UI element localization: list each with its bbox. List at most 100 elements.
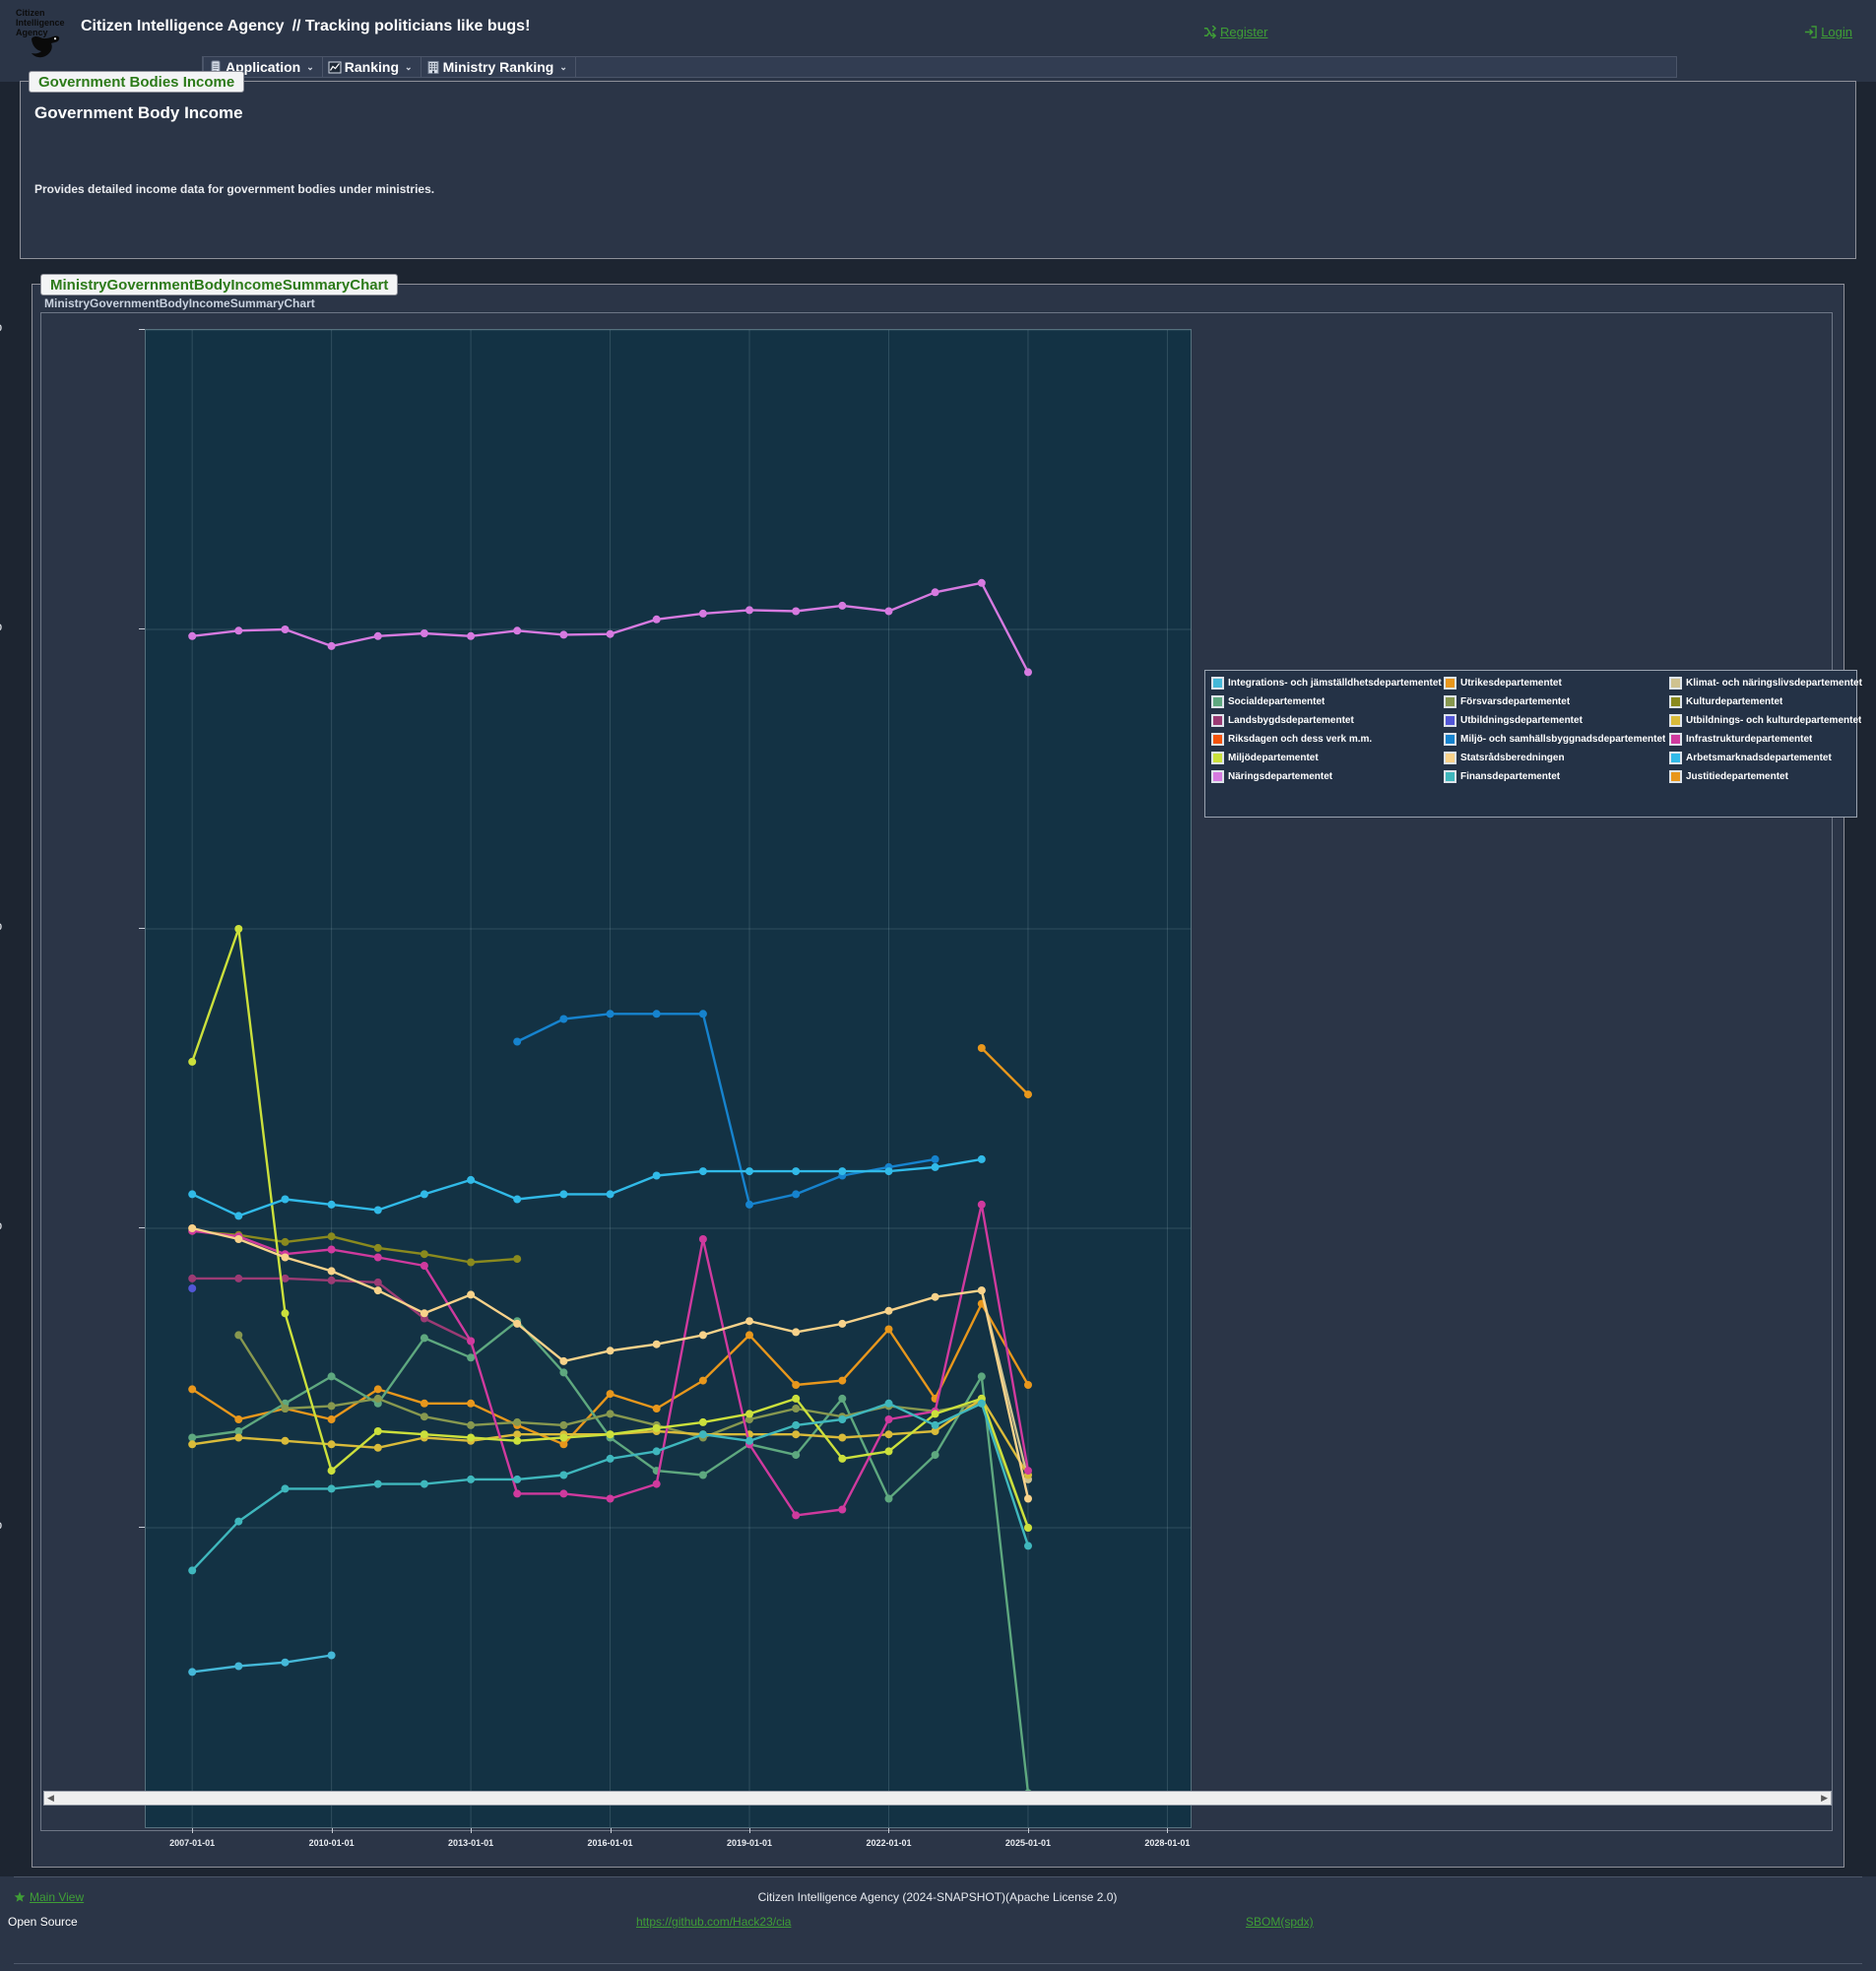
chart-data-point[interactable] — [698, 1430, 707, 1439]
chart-data-point[interactable] — [188, 1274, 197, 1282]
chart-horizontal-scrollbar-inner[interactable]: ◀ ▶ — [43, 1791, 1832, 1806]
chart-data-point[interactable] — [838, 1376, 847, 1385]
chart-data-point[interactable] — [327, 1200, 336, 1209]
chart-data-point[interactable] — [1024, 1467, 1032, 1476]
chart-data-point[interactable] — [327, 1245, 336, 1254]
menu-item-ministry-ranking[interactable]: Ministry Ranking ⌄ — [421, 57, 576, 77]
chart-data-point[interactable] — [467, 1399, 476, 1408]
chart-data-point[interactable] — [513, 1255, 522, 1264]
chart-data-point[interactable] — [559, 1368, 568, 1377]
chart-data-point[interactable] — [373, 1243, 382, 1252]
legend-item[interactable]: Infrastrukturdepartementet — [1669, 733, 1862, 746]
chart-data-point[interactable] — [977, 1372, 986, 1381]
chart-data-point[interactable] — [931, 1292, 939, 1301]
chart-data-point[interactable] — [327, 1415, 336, 1423]
chart-data-point[interactable] — [327, 1651, 336, 1660]
chart-data-point[interactable] — [652, 1010, 661, 1018]
legend-item[interactable]: Integrations- och jämställdhetsdeparteme… — [1211, 677, 1444, 690]
chart-data-point[interactable] — [977, 1200, 986, 1209]
chart-data-point[interactable] — [838, 1454, 847, 1463]
chart-data-point[interactable] — [281, 1484, 290, 1493]
chart-data-point[interactable] — [606, 1454, 615, 1463]
chart-data-point[interactable] — [838, 1505, 847, 1514]
chart-data-point[interactable] — [977, 1399, 986, 1408]
chart-data-point[interactable] — [513, 1319, 522, 1328]
chart-data-point[interactable] — [792, 1430, 801, 1439]
chart-data-point[interactable] — [467, 1433, 476, 1442]
chart-data-point[interactable] — [327, 1372, 336, 1381]
menu-item-ranking[interactable]: Ranking ⌄ — [323, 57, 421, 77]
chart-data-point[interactable] — [698, 1376, 707, 1385]
chart-data-point[interactable] — [513, 1417, 522, 1426]
chart-data-point[interactable] — [188, 1566, 197, 1575]
chart-data-point[interactable] — [559, 1015, 568, 1023]
chart-data-point[interactable] — [281, 1195, 290, 1204]
chart-data-point[interactable] — [327, 1484, 336, 1493]
chart-data-point[interactable] — [513, 626, 522, 635]
legend-item[interactable]: Arbetsmarknadsdepartementet — [1669, 752, 1862, 764]
chart-data-point[interactable] — [234, 1415, 243, 1423]
chart-data-point[interactable] — [977, 1154, 986, 1163]
chart-data-point[interactable] — [931, 1451, 939, 1460]
chart-data-point[interactable] — [884, 607, 893, 616]
legend-item[interactable]: Utbildnings- och kulturdepartementet — [1669, 714, 1862, 727]
chart-data-point[interactable] — [188, 1224, 197, 1232]
chart-data-point[interactable] — [373, 1394, 382, 1403]
legend-item[interactable]: Utbildningsdepartementet — [1444, 714, 1669, 727]
site-logo[interactable]: Citizen Intelligence Agency — [14, 6, 73, 67]
chart-data-point[interactable] — [188, 1440, 197, 1449]
chart-data-point[interactable] — [373, 1443, 382, 1452]
chart-data-point[interactable] — [234, 1433, 243, 1442]
chart-data-point[interactable] — [234, 1235, 243, 1243]
chart-data-point[interactable] — [373, 1286, 382, 1295]
chart-data-point[interactable] — [234, 925, 243, 933]
chart-data-point[interactable] — [513, 1436, 522, 1445]
chart-data-point[interactable] — [606, 1190, 615, 1199]
chart-data-point[interactable] — [327, 1232, 336, 1241]
chart-data-point[interactable] — [931, 588, 939, 597]
chart-data-point[interactable] — [884, 1415, 893, 1423]
chart-data-point[interactable] — [838, 1167, 847, 1176]
chart-data-point[interactable] — [838, 601, 847, 610]
chart-data-point[interactable] — [373, 1427, 382, 1435]
legend-item[interactable]: Miljö- och samhällsbyggnadsdepartementet — [1444, 733, 1669, 746]
chart-data-point[interactable] — [420, 1334, 428, 1343]
chart-data-point[interactable] — [327, 1402, 336, 1411]
chart-data-point[interactable] — [513, 1489, 522, 1498]
chart-data-point[interactable] — [792, 1167, 801, 1176]
chart-data-point[interactable] — [188, 1385, 197, 1394]
chart-data-point[interactable] — [606, 1390, 615, 1399]
chart-data-point[interactable] — [559, 1356, 568, 1365]
chart-data-point[interactable] — [792, 1420, 801, 1429]
chart-data-point[interactable] — [1024, 1381, 1032, 1389]
main-view-link[interactable]: Main View — [14, 1890, 84, 1904]
chart-data-point[interactable] — [420, 1190, 428, 1199]
chart-data-point[interactable] — [652, 615, 661, 624]
chart-data-point[interactable] — [606, 1430, 615, 1439]
chart-data-point[interactable] — [698, 1471, 707, 1479]
github-link[interactable]: https://github.com/Hack23/cia — [636, 1915, 791, 1929]
chart-data-point[interactable] — [931, 1420, 939, 1429]
legend-item[interactable]: Miljödepartementet — [1211, 752, 1444, 764]
legend-item[interactable]: Försvarsdepartementet — [1444, 695, 1669, 708]
chart-data-point[interactable] — [188, 1057, 197, 1066]
chart-data-point[interactable] — [884, 1325, 893, 1334]
chart-data-point[interactable] — [745, 1410, 753, 1418]
register-link[interactable]: Register — [1203, 25, 1267, 39]
chart-data-point[interactable] — [792, 1394, 801, 1403]
chart-data-point[interactable] — [652, 1405, 661, 1413]
chart-data-point[interactable] — [513, 1475, 522, 1483]
chart-data-point[interactable] — [698, 1417, 707, 1426]
chart-data-point[interactable] — [327, 1276, 336, 1284]
plot-area[interactable] — [145, 329, 1192, 1828]
chart-data-point[interactable] — [188, 1190, 197, 1199]
chart-data-point[interactable] — [838, 1394, 847, 1403]
chart-data-point[interactable] — [698, 609, 707, 618]
chart-data-point[interactable] — [373, 1385, 382, 1394]
chart-data-point[interactable] — [884, 1447, 893, 1456]
legend-item[interactable]: Klimat- och näringslivsdepartementet — [1669, 677, 1862, 690]
chart-data-point[interactable] — [420, 1250, 428, 1259]
chart-data-point[interactable] — [745, 1167, 753, 1176]
chart-data-point[interactable] — [467, 1420, 476, 1429]
chart-data-point[interactable] — [467, 631, 476, 640]
